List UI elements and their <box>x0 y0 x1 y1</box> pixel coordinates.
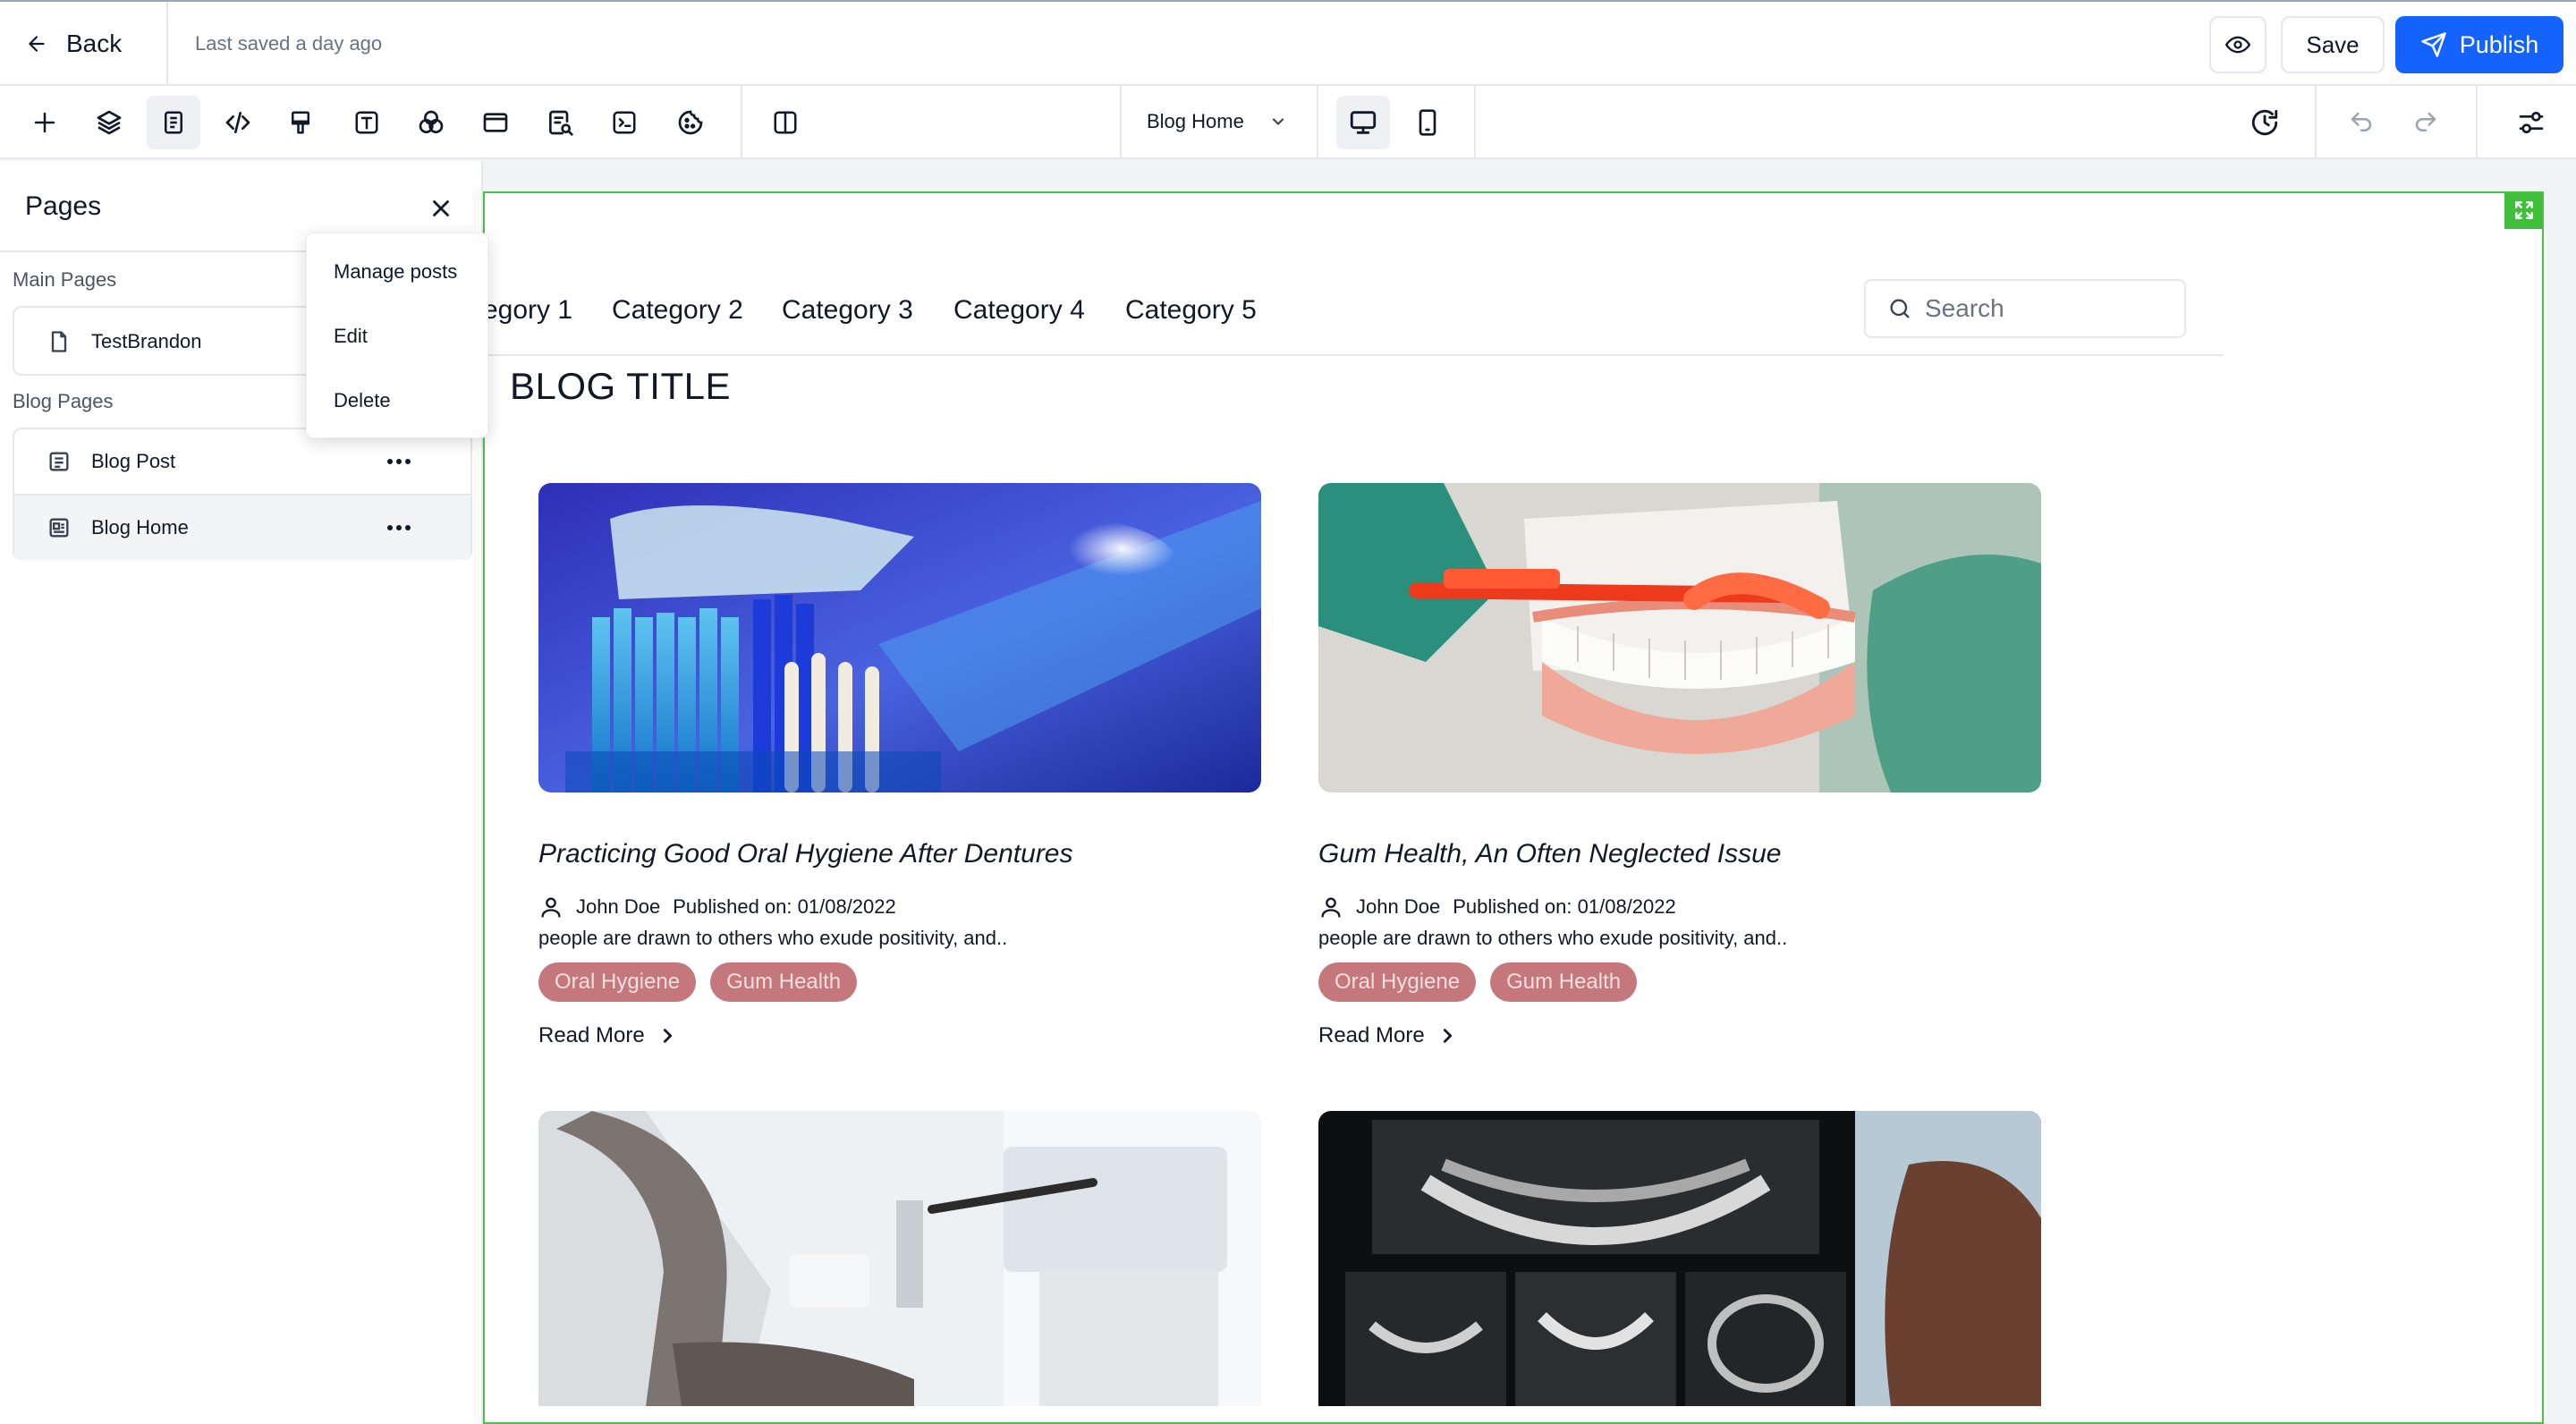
text-icon[interactable] <box>340 96 394 149</box>
post-excerpt: people are drawn to others who exude pos… <box>538 927 1008 949</box>
toolbar-divider <box>2476 86 2478 157</box>
main-pages-label: Main Pages <box>13 268 117 291</box>
nav-category-4[interactable]: Category 4 <box>953 295 1085 326</box>
post-date: Published on: 01/08/2022 <box>673 895 896 918</box>
read-more-link[interactable]: Read More <box>1318 1023 1457 1048</box>
pages-icon[interactable] <box>147 96 200 149</box>
page-select-dropdown[interactable]: Blog Home <box>1122 86 1317 157</box>
mobile-view-icon[interactable] <box>1401 96 1454 149</box>
blog-post-icon <box>47 449 72 474</box>
post-tags: Oral Hygiene Gum Health <box>538 962 858 1002</box>
chevron-right-icon <box>657 1026 677 1046</box>
search-placeholder: Search <box>1925 294 2004 322</box>
blog-pages-group: Blog Post Blog Home <box>13 428 472 560</box>
add-element-icon[interactable] <box>18 96 72 149</box>
desktop-view-icon[interactable] <box>1336 96 1390 149</box>
redo-icon[interactable] <box>2399 96 2453 149</box>
send-icon <box>2420 31 2447 58</box>
layout-section-icon[interactable] <box>469 96 522 149</box>
toolbar-divider <box>1474 86 1476 157</box>
arrow-left-icon <box>25 32 48 55</box>
settings-sliders-icon[interactable] <box>2504 96 2558 149</box>
panel-title: Pages <box>25 191 102 221</box>
close-icon[interactable] <box>420 188 462 229</box>
page-context-menu: Manage posts Edit Delete <box>306 233 488 438</box>
page-item-label: Blog Post <box>91 450 176 472</box>
toothbrush-image[interactable] <box>538 483 1261 793</box>
toolbar-divider <box>1317 86 1318 157</box>
split-view-icon[interactable] <box>758 96 812 149</box>
history-icon[interactable] <box>2238 96 2292 149</box>
editor-toolbar: Blog Home <box>0 86 2576 159</box>
tag-oral-hygiene[interactable]: Oral Hygiene <box>1318 962 1477 1002</box>
blog-post-card <box>538 1111 1261 1422</box>
read-more-label: Read More <box>1318 1023 1425 1047</box>
menu-item-manage-posts[interactable]: Manage posts <box>334 260 457 284</box>
toolbar-divider <box>741 86 742 157</box>
layers-icon[interactable] <box>82 96 136 149</box>
top-bar: Back Last saved a day ago Save Publish <box>0 0 2576 86</box>
blog-pages-label: Blog Pages <box>13 390 114 412</box>
blog-title: BLOG TITLE <box>510 365 731 407</box>
editor-canvas[interactable]: egory 1 Category 2 Category 3 Category 4… <box>483 191 2544 1424</box>
back-button[interactable]: Back <box>0 2 168 86</box>
page-item-label: Blog Home <box>91 516 189 538</box>
user-icon <box>1318 894 1343 920</box>
cookie-icon[interactable] <box>664 96 717 149</box>
nav-category-3[interactable]: Category 3 <box>782 295 913 326</box>
post-title[interactable]: Practicing Good Oral Hygiene After Dentu… <box>538 839 1073 869</box>
color-circles-icon[interactable] <box>404 96 458 149</box>
publish-button[interactable]: Publish <box>2395 16 2563 73</box>
post-meta: John Doe Published on: 01/08/2022 <box>538 894 896 920</box>
read-more-link[interactable]: Read More <box>538 1023 677 1048</box>
code-icon[interactable] <box>211 96 265 149</box>
tag-oral-hygiene[interactable]: Oral Hygiene <box>538 962 697 1002</box>
more-options-icon[interactable] <box>372 501 426 555</box>
publish-label: Publish <box>2459 30 2539 58</box>
nav-category-1[interactable]: egory 1 <box>485 295 572 326</box>
search-icon <box>1887 296 1912 321</box>
chevron-right-icon <box>1437 1026 1457 1046</box>
post-meta: John Doe Published on: 01/08/2022 <box>1318 894 1676 920</box>
blog-search-input[interactable]: Search <box>1864 279 2186 338</box>
read-more-label: Read More <box>538 1023 645 1047</box>
file-icon <box>47 329 72 354</box>
post-excerpt: people are drawn to others who exude pos… <box>1318 927 1788 949</box>
post-author: John Doe <box>576 895 661 918</box>
chevron-down-icon <box>1269 113 1287 131</box>
blog-post-card: Practicing Good Oral Hygiene After Dentu… <box>538 483 1261 1073</box>
post-title[interactable]: Gum Health, An Often Neglected Issue <box>1318 839 1782 869</box>
eye-icon <box>2225 32 2250 57</box>
user-icon <box>538 894 564 920</box>
post-date: Published on: 01/08/2022 <box>1453 895 1676 918</box>
more-options-icon[interactable] <box>372 435 426 488</box>
terminal-icon[interactable] <box>597 96 651 149</box>
nav-category-5[interactable]: Category 5 <box>1125 295 1257 326</box>
post-author: John Doe <box>1356 895 1441 918</box>
denture-model-image[interactable] <box>1318 483 2041 793</box>
save-button[interactable]: Save <box>2281 16 2385 73</box>
menu-item-delete[interactable]: Delete <box>334 389 391 412</box>
back-label: Back <box>66 30 123 57</box>
nav-divider <box>485 354 2224 356</box>
blog-home-icon <box>47 515 72 540</box>
expand-icon[interactable] <box>2504 193 2542 229</box>
dental-chair-image[interactable] <box>538 1111 1261 1406</box>
preview-button[interactable] <box>2209 16 2267 73</box>
paint-brush-icon[interactable] <box>274 96 327 149</box>
blog-post-card: Gum Health, An Often Neglected Issue Joh… <box>1318 483 2041 1073</box>
blog-post-card <box>1318 1111 2041 1422</box>
nav-category-2[interactable]: Category 2 <box>612 295 743 326</box>
page-search-icon[interactable] <box>533 96 587 149</box>
dental-xray-image[interactable] <box>1318 1111 2041 1406</box>
page-item-label: TestBrandon <box>91 330 202 352</box>
undo-icon[interactable] <box>2334 96 2388 149</box>
toolbar-divider <box>2315 86 2317 157</box>
tag-gum-health[interactable]: Gum Health <box>710 962 858 1002</box>
page-select-value: Blog Home <box>1147 110 1244 132</box>
tag-gum-health[interactable]: Gum Health <box>1490 962 1638 1002</box>
menu-item-edit[interactable]: Edit <box>334 325 368 348</box>
post-tags: Oral Hygiene Gum Health <box>1318 962 1638 1002</box>
last-saved-status: Last saved a day ago <box>195 32 383 55</box>
